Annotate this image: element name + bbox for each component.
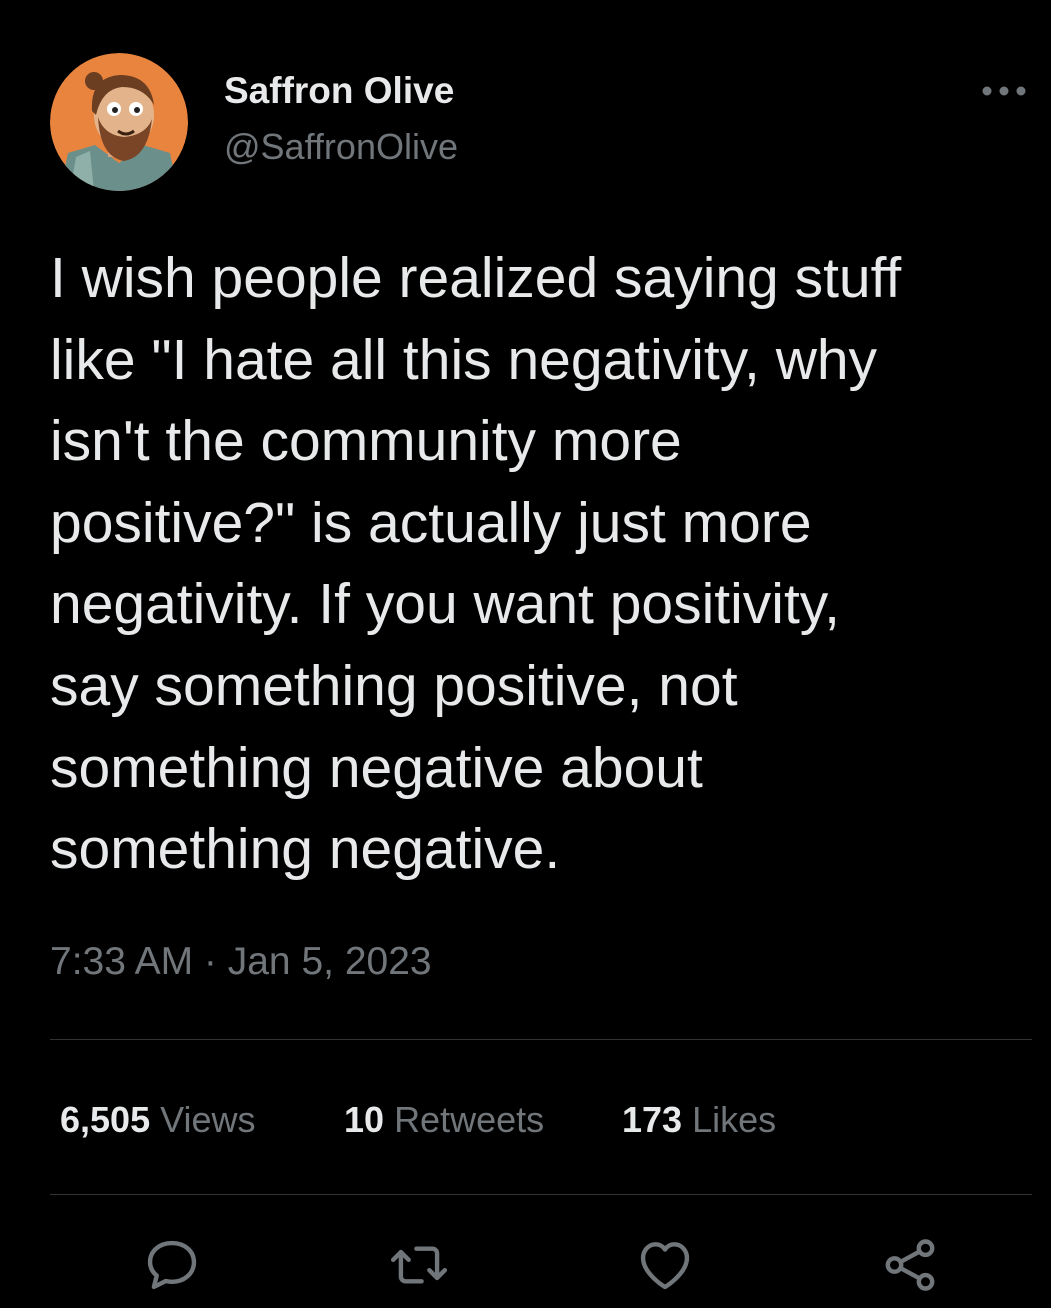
tweet-text-line: something negative. (50, 817, 561, 882)
tweet-text-line: something negative about (50, 735, 703, 800)
likes-label: Likes (692, 1099, 777, 1140)
retweets-count: 10 (344, 1099, 385, 1140)
share-button[interactable] (879, 1234, 941, 1296)
retweet-icon (390, 1246, 448, 1284)
divider (50, 1194, 1032, 1195)
likes-count: 173 (622, 1099, 683, 1140)
more-horizontal-icon (982, 86, 1026, 96)
views-label: Views (160, 1099, 256, 1140)
more-options-button[interactable] (976, 74, 1032, 108)
share-icon (885, 1239, 935, 1291)
tweet-timestamp[interactable]: 7:33 AM · Jan 5, 2023 (50, 938, 432, 986)
avatar-illustration (50, 53, 188, 191)
retweets-label: Retweets (394, 1099, 545, 1140)
views-stat[interactable]: 6,505 Views (60, 1097, 256, 1143)
author-handle[interactable]: @SaffronOlive (224, 124, 458, 170)
views-count: 6,505 (60, 1099, 151, 1140)
tweet-text-line: positive?" is actually just more (50, 490, 812, 555)
tweet-text: I wish people realized saying stuff like… (50, 238, 1040, 891)
tweet-text-line: say something positive, not (50, 653, 738, 718)
likes-stat[interactable]: 173 Likes (622, 1097, 776, 1143)
reply-icon (147, 1240, 197, 1290)
author-display-name[interactable]: Saffron Olive (224, 68, 454, 114)
tweet-text-line: I wish people realized saying stuff (50, 246, 902, 310)
retweet-button[interactable] (388, 1234, 450, 1296)
divider (50, 1039, 1032, 1040)
heart-icon (640, 1242, 690, 1290)
reply-button[interactable] (141, 1234, 203, 1296)
tweet-text-line: like "I hate all this negativity, why (50, 327, 878, 392)
retweets-stat[interactable]: 10 Retweets (344, 1097, 544, 1143)
like-button[interactable] (634, 1234, 696, 1296)
avatar[interactable] (50, 53, 188, 191)
tweet-text-line: negativity. If you want positivity, (50, 572, 840, 637)
tweet-text-line: isn't the community more (50, 409, 682, 474)
